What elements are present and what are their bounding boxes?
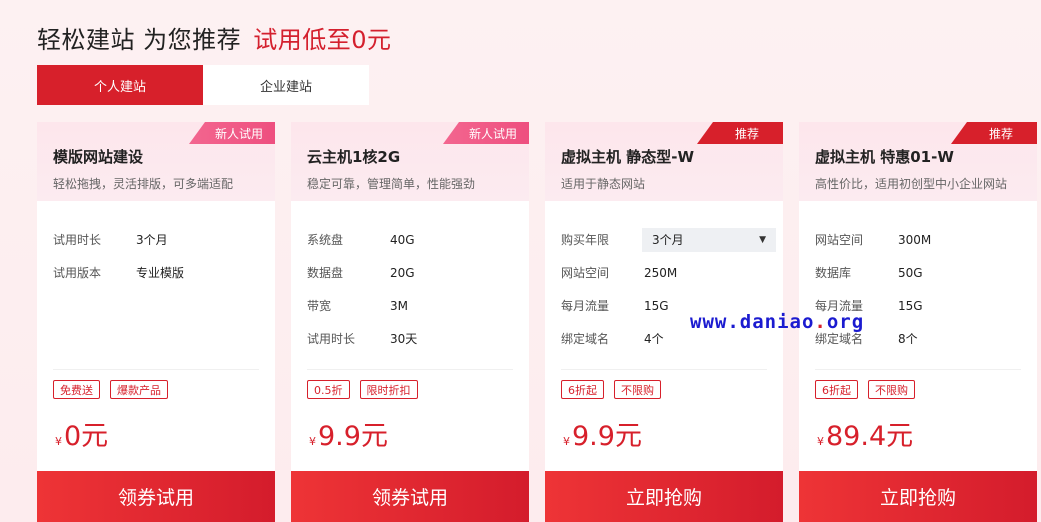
- price-amount: 9.9元: [318, 421, 388, 452]
- spec-value: 15G: [898, 298, 923, 313]
- spec-row: 网站空间 250M: [561, 256, 783, 289]
- corner-tag: 推荐: [697, 122, 783, 144]
- spec-value: 4个: [644, 332, 664, 346]
- promo-badge: 6折起: [815, 380, 858, 399]
- spec-row: 试用版本 专业模版: [53, 256, 275, 289]
- tab-enterprise-site[interactable]: 企业建站: [203, 65, 369, 105]
- spec-list: 试用时长 3个月 试用版本 专业模版: [37, 201, 275, 369]
- spec-label: 每月流量: [561, 299, 610, 313]
- spec-label: 试用版本: [53, 266, 102, 280]
- badge-list: 免费送 爆款产品: [37, 370, 275, 408]
- spec-value: 3M: [390, 298, 408, 313]
- card-title: 虚拟主机 静态型-W: [561, 148, 694, 166]
- promo-badge: 限时折扣: [359, 380, 418, 399]
- price: ¥ 0元: [37, 408, 275, 473]
- price: ¥ 9.9元: [291, 408, 529, 473]
- spec-row: 试用时长 3个月: [53, 223, 275, 256]
- spec-label: 购买年限: [561, 233, 610, 247]
- site-watermark: www.daniao.org: [690, 311, 864, 333]
- badge-list: 6折起 不限购: [545, 370, 783, 408]
- badge-list: 0.5折 限时折扣: [291, 370, 529, 408]
- spec-row: 数据盘 20G: [307, 256, 529, 289]
- corner-tag: 新人试用: [189, 122, 275, 144]
- spec-label: 试用时长: [307, 332, 356, 346]
- spec-value: 30天: [390, 332, 418, 346]
- card-subtitle: 稳定可靠，管理简单，性能强劲: [307, 177, 476, 191]
- buy-now-button[interactable]: 立即抢购: [545, 471, 783, 522]
- currency-symbol: ¥: [55, 435, 62, 448]
- price: ¥ 9.9元: [545, 408, 783, 473]
- watermark-suffix: org: [826, 311, 865, 333]
- price-amount: 89.4元: [826, 421, 914, 452]
- promo-badge: 6折起: [561, 380, 604, 399]
- price: ¥ 89.4元: [799, 408, 1037, 473]
- card-header: 推荐 虚拟主机 静态型-W 适用于静态网站: [545, 122, 783, 201]
- spec-label: 绑定域名: [561, 332, 610, 346]
- card-title: 模版网站建设: [53, 148, 144, 166]
- claim-trial-button[interactable]: 领券试用: [291, 471, 529, 522]
- spec-row: 网站空间 300M: [815, 223, 1037, 256]
- spec-value: 20G: [390, 265, 415, 280]
- card-subtitle: 高性价比，适用初创型中小企业网站: [815, 177, 1008, 191]
- spec-list: 购买年限 3个月 ▼ 网站空间 250M 每月流量 15G 绑定域名 4个: [545, 201, 783, 369]
- page-headline: 轻松建站 为您推荐 试用低至0元: [37, 20, 392, 55]
- spec-value: 15G: [644, 298, 669, 313]
- headline-highlight: 试用低至0元: [253, 26, 392, 54]
- promo-badge: 不限购: [868, 380, 915, 399]
- card-subtitle: 轻松拖拽，灵活排版，可多端适配: [53, 177, 234, 191]
- watermark-prefix: www.: [690, 311, 740, 333]
- spec-row: 带宽 3M: [307, 289, 529, 322]
- price-amount: 0元: [64, 421, 109, 452]
- spec-value: 专业模版: [136, 266, 185, 280]
- spec-row: 购买年限 3个月 ▼: [561, 223, 783, 256]
- spec-label: 网站空间: [815, 233, 864, 247]
- category-tabs: 个人建站 企业建站: [37, 65, 369, 105]
- spec-value: 3个月: [136, 233, 168, 247]
- price-amount: 9.9元: [572, 421, 642, 452]
- headline-title: 轻松建站 为您推荐: [37, 26, 242, 54]
- tab-personal-site[interactable]: 个人建站: [37, 65, 203, 105]
- spec-value: 250M: [644, 265, 678, 280]
- buy-now-button[interactable]: 立即抢购: [799, 471, 1037, 522]
- purchase-term-select[interactable]: 3个月 ▼: [642, 227, 776, 252]
- spec-label: 网站空间: [561, 266, 610, 280]
- card-header: 新人试用 云主机1核2G 稳定可靠，管理简单，性能强劲: [291, 122, 529, 201]
- card-title: 虚拟主机 特惠01-W: [815, 148, 954, 166]
- watermark-name: daniao: [739, 311, 815, 333]
- spec-value: 40G: [390, 232, 415, 247]
- promo-badge: 不限购: [614, 380, 661, 399]
- card-subtitle: 适用于静态网站: [561, 177, 646, 191]
- currency-symbol: ¥: [309, 435, 316, 448]
- caret-down-icon: ▼: [759, 234, 766, 245]
- spec-list: 系统盘 40G 数据盘 20G 带宽 3M 试用时长 30天: [291, 201, 529, 369]
- promo-badge: 爆款产品: [110, 380, 168, 399]
- promo-badge: 0.5折: [307, 380, 350, 399]
- spec-value: 8个: [898, 332, 918, 346]
- product-card-template-site: 新人试用 模版网站建设 轻松拖拽，灵活排版，可多端适配 试用时长 3个月 试用版…: [37, 122, 275, 522]
- spec-label: 数据库: [815, 266, 852, 280]
- spec-value: 300M: [898, 232, 932, 247]
- spec-value: 50G: [898, 265, 923, 280]
- spec-row: 试用时长 30天: [307, 322, 529, 355]
- spec-list: 网站空间 300M 数据库 50G 每月流量 15G 绑定域名 8个: [799, 201, 1037, 369]
- corner-tag: 新人试用: [443, 122, 529, 144]
- product-card-cloud-host: 新人试用 云主机1核2G 稳定可靠，管理简单，性能强劲 系统盘 40G 数据盘 …: [291, 122, 529, 522]
- promo-badge: 免费送: [53, 380, 100, 399]
- spec-row: 系统盘 40G: [307, 223, 529, 256]
- watermark-dot: .: [814, 311, 827, 333]
- spec-row: 数据库 50G: [815, 256, 1037, 289]
- card-title: 云主机1核2G: [307, 148, 401, 166]
- spec-label: 系统盘: [307, 233, 344, 247]
- spec-label: 带宽: [307, 299, 332, 313]
- corner-tag: 推荐: [951, 122, 1037, 144]
- badge-list: 6折起 不限购: [799, 370, 1037, 408]
- currency-symbol: ¥: [563, 435, 570, 448]
- claim-trial-button[interactable]: 领券试用: [37, 471, 275, 522]
- currency-symbol: ¥: [817, 435, 824, 448]
- card-header: 新人试用 模版网站建设 轻松拖拽，灵活排版，可多端适配: [37, 122, 275, 201]
- spec-label: 数据盘: [307, 266, 344, 280]
- card-header: 推荐 虚拟主机 特惠01-W 高性价比，适用初创型中小企业网站: [799, 122, 1037, 201]
- select-value: 3个月: [652, 233, 684, 247]
- spec-label: 试用时长: [53, 233, 102, 247]
